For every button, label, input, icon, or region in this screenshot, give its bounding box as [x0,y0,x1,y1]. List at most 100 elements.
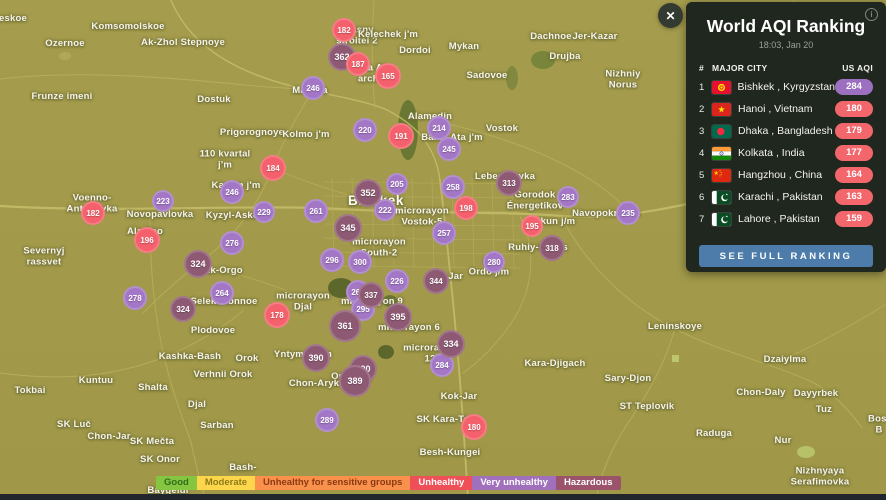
aqi-badge: 284 [835,79,873,95]
ranking-row[interactable]: 7 Lahore , Pakistan159 [699,208,873,230]
aqi-marker[interactable]: 344 [423,268,449,294]
aqi-marker[interactable]: 289 [315,408,339,432]
ranking-city: Hanoi , Vietnam [738,103,835,115]
world-aqi-ranking-panel: i World AQI Ranking 18:03, Jan 20 # MAJO… [686,2,886,272]
pakistan-flag-icon [712,213,731,226]
aqi-marker[interactable]: 345 [334,214,362,242]
ranking-city: Kolkata , India [738,147,835,159]
aqi-legend: GoodModerateUnhealthy for sensitive grou… [156,476,621,490]
col-aqi: US AQI [842,63,873,73]
aqi-marker[interactable]: 178 [264,302,290,328]
aqi-marker[interactable]: 235 [616,201,640,225]
aqi-marker[interactable]: 361 [329,310,361,342]
aqi-marker[interactable]: 264 [210,281,234,305]
legend-item: Very unhealthy [472,476,556,490]
aqi-marker[interactable]: 246 [301,76,325,100]
col-rank: # [699,63,712,73]
aqi-marker[interactable]: 258 [441,175,465,199]
ranking-city: Lahore , Pakistan [738,213,835,225]
aqi-marker[interactable]: 226 [385,269,409,293]
col-city: MAJOR CITY [712,63,842,73]
aqi-marker[interactable]: 390 [302,344,330,372]
aqi-map-app: eskoeOzernoeKomsomolskoeAk-Zhol Stepnoye… [0,0,886,500]
aqi-marker[interactable]: 196 [134,227,160,253]
aqi-marker[interactable]: 296 [320,248,344,272]
aqi-marker[interactable]: 229 [253,201,275,223]
vietnam-flag-icon [712,103,731,116]
aqi-badge: 159 [835,211,873,227]
aqi-marker[interactable]: 337 [358,282,384,308]
ranking-city: Bishkek , Kyrgyzstan [738,81,835,93]
legend-item: Unhealthy [410,476,472,490]
aqi-marker[interactable]: 352 [354,179,382,207]
ranking-rank: 5 [699,170,712,181]
ranking-city: Hangzhou , China [738,169,835,181]
ranking-rows: 1 Bishkek , Kyrgyzstan284 2 Hanoi , Vietnam… [699,76,873,230]
aqi-marker[interactable]: 278 [123,286,147,310]
legend-item: Moderate [197,476,255,490]
see-full-ranking-button[interactable]: SEE FULL RANKING [699,245,873,267]
panel-title: World AQI Ranking [686,16,886,37]
aqi-marker[interactable]: 300 [348,250,372,274]
ranking-rank: 4 [699,148,712,159]
ranking-rank: 3 [699,126,712,137]
ranking-table-header: # MAJOR CITY US AQI [699,63,873,73]
aqi-badge: 164 [835,167,873,183]
aqi-marker[interactable]: 245 [437,137,461,161]
bangladesh-flag-icon [712,125,731,138]
aqi-badge: 179 [835,123,873,139]
aqi-marker[interactable]: 195 [521,215,543,237]
india-flag-icon [712,147,731,160]
aqi-marker[interactable]: 205 [386,173,408,195]
ranking-rank: 6 [699,192,712,203]
aqi-marker[interactable]: 165 [375,63,401,89]
aqi-marker[interactable]: 180 [461,414,487,440]
china-flag-icon [712,169,731,182]
close-panel-button[interactable]: ✕ [658,3,683,28]
aqi-marker[interactable]: 280 [483,251,505,273]
aqi-marker[interactable]: 187 [346,52,370,76]
aqi-marker[interactable]: 198 [454,196,478,220]
legend-item: Hazardous [556,476,621,490]
ranking-row[interactable]: 2 Hanoi , Vietnam180 [699,98,873,120]
aqi-badge: 177 [835,145,873,161]
aqi-marker[interactable]: 313 [496,170,522,196]
aqi-marker[interactable]: 318 [539,235,565,261]
ranking-rank: 2 [699,104,712,115]
close-icon: ✕ [665,9,675,23]
aqi-marker[interactable]: 276 [220,231,244,255]
legend-item: Unhealthy for sensitive groups [255,476,410,490]
info-icon[interactable]: i [865,8,878,21]
ranking-city: Dhaka , Bangladesh [738,125,835,137]
panel-timestamp: 18:03, Jan 20 [686,40,886,50]
ranking-rank: 1 [699,82,712,93]
aqi-marker[interactable]: 220 [353,118,377,142]
ranking-rank: 7 [699,214,712,225]
aqi-badge: 180 [835,101,873,117]
aqi-marker[interactable]: 395 [384,303,412,331]
ranking-city: Karachi , Pakistan [738,191,835,203]
ranking-row[interactable]: 1 Bishkek , Kyrgyzstan284 [699,76,873,98]
aqi-marker[interactable]: 389 [339,365,371,397]
legend-item: Good [156,476,197,490]
aqi-marker[interactable]: 334 [437,330,465,358]
ranking-row[interactable]: 3 Dhaka , Bangladesh179 [699,120,873,142]
aqi-marker[interactable]: 246 [220,180,244,204]
aqi-marker[interactable]: 257 [432,221,456,245]
pakistan-flag-icon [712,191,731,204]
aqi-marker[interactable]: 223 [152,190,174,212]
aqi-badge: 163 [835,189,873,205]
bottom-edge [0,494,886,500]
ranking-row[interactable]: 5 Hangzhou , China164 [699,164,873,186]
aqi-marker[interactable]: 324 [184,250,212,278]
ranking-row[interactable]: 6 Karachi , Pakistan163 [699,186,873,208]
kyrgyzstan-flag-icon [712,81,731,94]
aqi-marker[interactable]: 182 [81,201,105,225]
aqi-marker[interactable]: 191 [388,123,414,149]
aqi-marker[interactable]: 261 [304,199,328,223]
aqi-marker[interactable]: 184 [260,155,286,181]
aqi-marker[interactable]: 182 [332,18,356,42]
aqi-marker[interactable]: 324 [170,296,196,322]
aqi-marker[interactable]: 283 [557,186,579,208]
ranking-row[interactable]: 4 Kolkata , India177 [699,142,873,164]
